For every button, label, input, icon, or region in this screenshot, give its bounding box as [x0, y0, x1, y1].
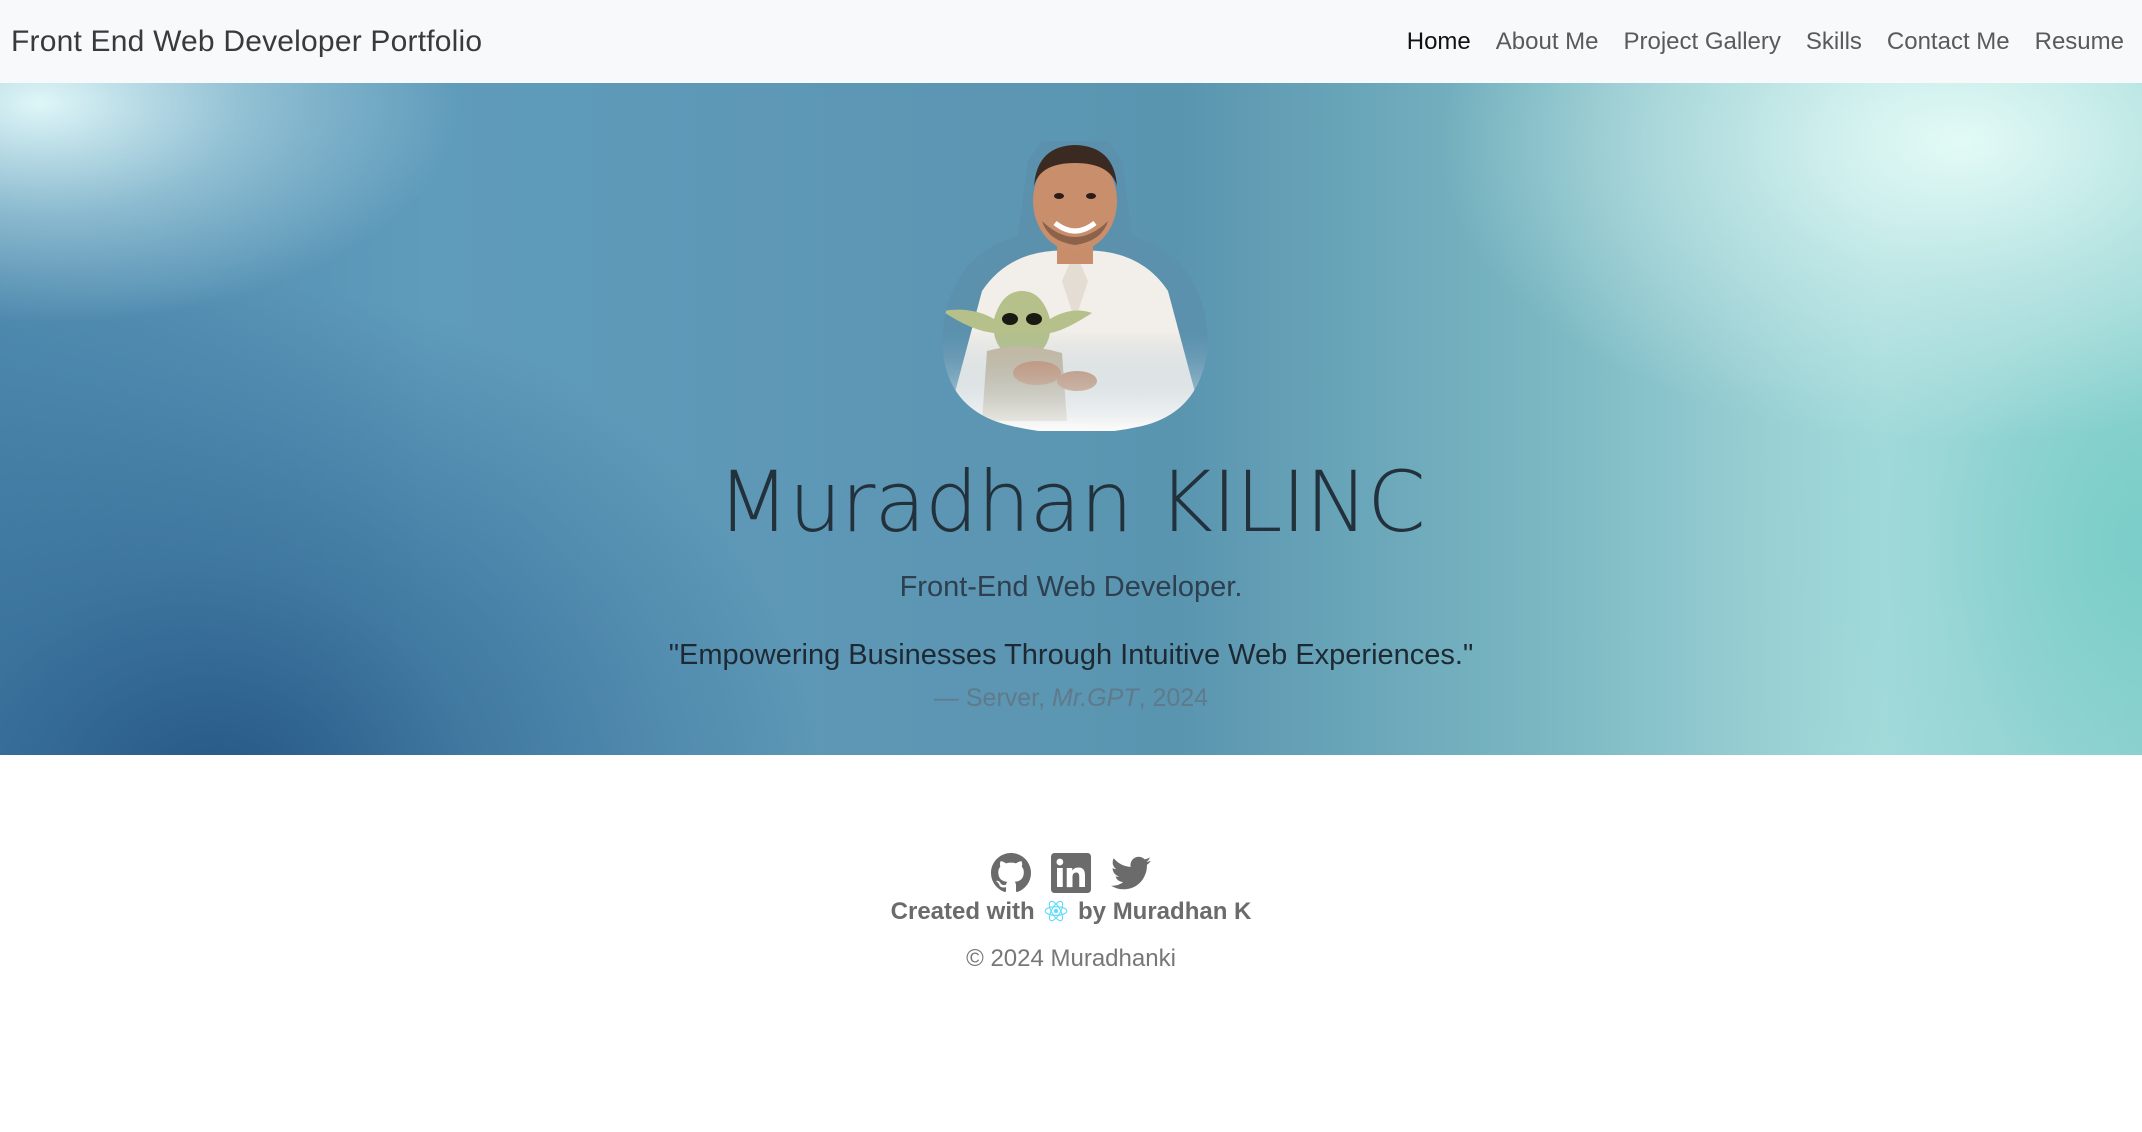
- hero-quote: "Empowering Businesses Through Intuitive…: [668, 639, 1474, 671]
- github-icon[interactable]: [991, 853, 1031, 893]
- created-prefix: Created with: [890, 898, 1035, 925]
- nav-link-home[interactable]: Home: [1407, 28, 1471, 56]
- created-with-line: Created with by Muradhan K: [0, 898, 2142, 926]
- footer: Created with by Muradhan K © 2024 Muradh…: [0, 755, 2142, 1132]
- nav-link-contact-me[interactable]: Contact Me: [1887, 28, 2010, 56]
- linkedin-icon[interactable]: [1051, 853, 1091, 893]
- navbar: Front End Web Developer Portfolio Home A…: [0, 0, 2142, 83]
- nav-link-resume[interactable]: Resume: [2035, 28, 2124, 56]
- cite-prefix: — Server,: [933, 684, 1052, 712]
- copyright: © 2024 Muradhanki: [966, 945, 1176, 972]
- nav-link-project-gallery[interactable]: Project Gallery: [1624, 28, 1781, 56]
- cite-source: Mr.GPT: [1052, 684, 1139, 712]
- social-links: [0, 853, 2142, 893]
- react-icon: [1043, 898, 1069, 924]
- twitter-icon[interactable]: [1111, 853, 1151, 893]
- hero-quote-citation: — Server, Mr.GPT, 2024: [0, 684, 2142, 713]
- created-suffix: by Muradhan K: [1078, 898, 1252, 925]
- avatar: [942, 141, 1208, 434]
- hero-section: Muradhan KILINC Front-End Web Developer.…: [0, 83, 2142, 755]
- nav-links: Home About Me Project Gallery Skills Con…: [1407, 28, 2124, 56]
- hero-name: Muradhan KILINC: [717, 453, 1426, 551]
- nav-link-about-me[interactable]: About Me: [1496, 28, 1599, 56]
- nav-link-skills[interactable]: Skills: [1806, 28, 1862, 56]
- hero-role: Front-End Web Developer.: [899, 571, 1243, 603]
- brand-link[interactable]: Front End Web Developer Portfolio: [11, 25, 482, 59]
- cite-suffix: , 2024: [1138, 684, 1209, 712]
